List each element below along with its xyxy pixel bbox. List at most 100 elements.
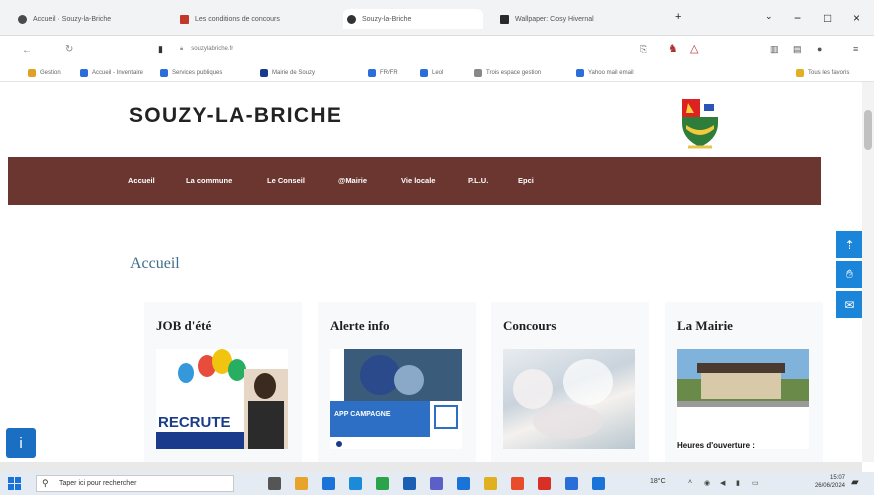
notification-icon[interactable]: ▰ xyxy=(851,477,859,488)
store-icon[interactable] xyxy=(322,477,335,490)
bookmark-label: Services publiques xyxy=(172,70,223,76)
tree-icon[interactable]: ⇡ xyxy=(836,231,863,258)
edge-icon[interactable] xyxy=(349,477,362,490)
mail-icon[interactable]: ✉︎ xyxy=(836,291,863,318)
concours-blossom-image xyxy=(503,349,635,449)
site-title[interactable]: SOUZY-LA-BRICHE xyxy=(129,104,342,128)
profile-icon[interactable]: ● xyxy=(817,44,822,54)
favicon-icon xyxy=(347,14,356,24)
chevron-up-icon[interactable]: ˄ xyxy=(688,479,692,486)
favicon-icon xyxy=(500,14,509,24)
reload-icon[interactable]: ↻ xyxy=(65,44,73,55)
bookmark-label: Trois espace gestion xyxy=(486,70,542,76)
bookmark-item[interactable]: FR/FR xyxy=(368,67,398,79)
bookmark-item[interactable]: Services publiques xyxy=(160,67,222,79)
card-title: La Mairie xyxy=(677,318,733,333)
bookmark-icon xyxy=(80,69,88,77)
folder-icon[interactable] xyxy=(484,477,497,490)
tab-list-icon[interactable]: ⌄ xyxy=(765,11,773,22)
minimize-button[interactable]: − xyxy=(794,11,801,25)
scrollbar-thumb[interactable] xyxy=(864,110,872,150)
battery-icon[interactable]: ▮ xyxy=(736,479,740,487)
tab-title: Souzy-la-Briche xyxy=(362,15,412,23)
browser-icon[interactable] xyxy=(565,477,578,490)
files-icon[interactable] xyxy=(295,477,308,490)
url-field[interactable]: 🔒︎ souzylabriche.fr xyxy=(180,41,650,57)
bookmark-icon xyxy=(474,69,482,77)
browser-tab-active[interactable]: Souzy-la-Briche xyxy=(343,9,483,29)
rewards-icon[interactable]: △ xyxy=(690,42,698,55)
page-heading: Accueil xyxy=(130,255,180,272)
nav-item[interactable]: @Mairie xyxy=(338,176,367,185)
network-icon[interactable]: ◉ xyxy=(704,479,710,487)
card-job-ete[interactable]: JOB d'été RECRUTE xyxy=(144,302,302,462)
menu-icon[interactable]: ≡ xyxy=(853,44,858,54)
bookmark-icon[interactable]: ▮ xyxy=(158,44,163,55)
new-tab-button[interactable]: + xyxy=(675,11,681,23)
weather-temp[interactable]: 18°C xyxy=(650,478,666,485)
card-alerte-info[interactable]: Alerte info APP CAMPAGNE xyxy=(318,302,476,462)
onedrive-icon[interactable] xyxy=(592,477,605,490)
nav-item[interactable]: La commune xyxy=(186,176,232,185)
browser-tab[interactable]: Accueil · Souzy-la-Briche xyxy=(18,9,168,29)
task-view-icon[interactable] xyxy=(268,477,281,490)
taskbar-search[interactable]: Taper ici pour rechercher xyxy=(36,475,234,492)
mail-icon[interactable] xyxy=(457,477,470,490)
bookmark-label: Gestion xyxy=(40,70,61,76)
teams-icon[interactable] xyxy=(430,477,443,490)
browser-tab[interactable]: Les conditions de concours xyxy=(180,9,330,29)
card-concours[interactable]: Concours xyxy=(491,302,649,462)
card-caption: RECRUTE xyxy=(158,414,231,431)
wallet-icon[interactable]: ▤ xyxy=(793,44,802,55)
bookmark-label: FR/FR xyxy=(380,70,398,76)
bookmark-label: Yahoo mail email xyxy=(588,70,634,76)
sidebar-icon[interactable]: ▥ xyxy=(770,44,779,55)
volume-icon[interactable]: ◀ xyxy=(720,479,725,487)
back-icon[interactable]: ← xyxy=(22,45,32,56)
folder-icon xyxy=(796,69,804,77)
accessibility-icon[interactable]: i xyxy=(6,428,36,458)
card-title: JOB d'été xyxy=(156,318,212,333)
bookmark-item[interactable]: Leol xyxy=(420,67,443,79)
brave-icon[interactable]: ♞ xyxy=(668,42,678,55)
bookmark-label: Accueil - Inventaire xyxy=(92,70,144,76)
bookmark-label: Leol xyxy=(432,70,444,76)
bookmark-item[interactable]: Trois espace gestion xyxy=(474,67,541,79)
clock-time: 15:07 xyxy=(829,475,845,481)
thumbs-up-icon[interactable]: ✋︎ xyxy=(836,261,863,288)
main-nav: Accueil La commune Le Conseil @Mairie Vie lo… xyxy=(8,157,821,205)
nav-item[interactable]: Epci xyxy=(518,176,534,185)
search-icon: ⚲ xyxy=(42,478,49,488)
start-button[interactable] xyxy=(8,477,21,490)
mairie-photo: Heures d'ouverture : xyxy=(677,349,809,449)
bookmarks-bar: Gestion Accueil - Inventaire Services publ… xyxy=(0,64,874,82)
close-button[interactable]: × xyxy=(853,11,860,25)
bookmark-item[interactable]: Yahoo mail email xyxy=(576,67,634,79)
nav-item[interactable]: Vie locale xyxy=(401,176,435,185)
outlook-icon[interactable] xyxy=(403,477,416,490)
clock[interactable]: 15:07 26/06/2024 xyxy=(805,474,845,490)
brave-icon[interactable] xyxy=(511,477,524,490)
bookmark-item[interactable]: Gestion xyxy=(28,67,61,79)
card-caption: APP CAMPAGNE xyxy=(330,401,430,437)
card-la-mairie[interactable]: La Mairie Heures d'ouverture : xyxy=(665,302,823,462)
lock-icon: 🔒︎ xyxy=(180,45,184,52)
tab-strip: Accueil · Souzy-la-Briche Les conditions… xyxy=(0,0,874,36)
nav-item[interactable]: Le Conseil xyxy=(267,176,305,185)
alert-app-image: APP CAMPAGNE xyxy=(330,349,462,449)
nav-item[interactable]: P.L.U. xyxy=(468,176,488,185)
floating-actions: ⇡ ✋︎ ✉︎ xyxy=(836,231,863,321)
bookmark-label: Mairie de Souzy xyxy=(272,70,316,76)
bookmark-item[interactable]: Mairie de Souzy xyxy=(260,67,315,79)
keyboard-icon[interactable]: ▭ xyxy=(752,479,759,487)
favicon-icon xyxy=(18,14,27,24)
bookmark-icon xyxy=(260,69,268,77)
nav-item[interactable]: Accueil xyxy=(128,176,155,185)
bookmark-item[interactable]: Accueil - Inventaire xyxy=(80,67,143,79)
maximize-button[interactable]: □ xyxy=(824,11,831,25)
horizontal-scrollbar[interactable] xyxy=(0,462,862,472)
chrome-icon[interactable] xyxy=(376,477,389,490)
app-icon[interactable] xyxy=(538,477,551,490)
other-bookmarks[interactable]: Tous les favoris xyxy=(796,67,849,79)
browser-tab[interactable]: Wallpaper: Cosy Hivernal xyxy=(500,9,660,29)
